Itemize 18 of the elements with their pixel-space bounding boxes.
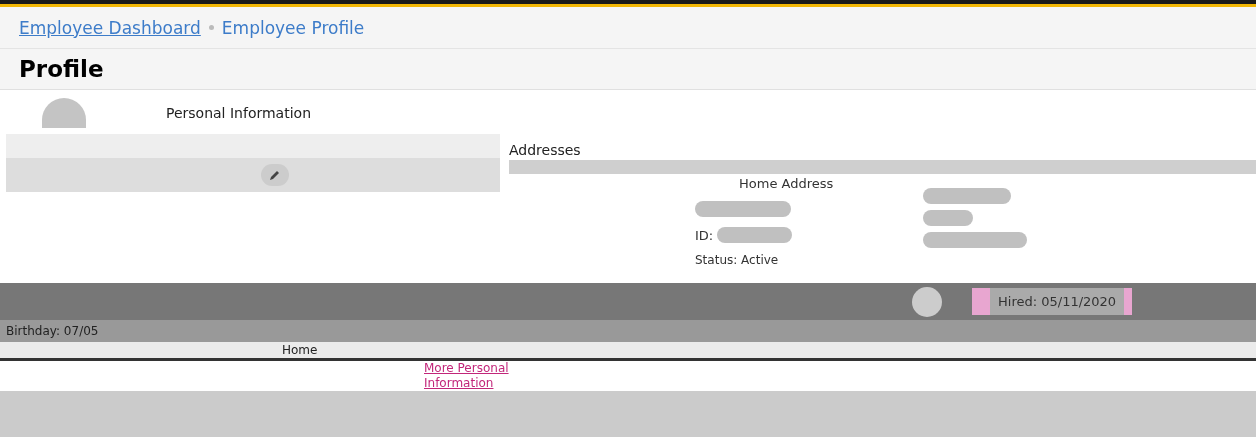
breadcrumb-link[interactable]: Employee Profile — [221, 17, 365, 38]
redaction-mark — [923, 210, 974, 226]
breadcrumb-link[interactable]: Employee Dashboard — [19, 17, 201, 38]
section-title: Personal Information — [166, 105, 311, 121]
separator-dot-icon — [208, 25, 214, 30]
avatar-icon — [42, 98, 86, 128]
hired-badge: Hired: 05/11/2020 — [972, 288, 1133, 315]
pencil-icon — [268, 168, 282, 182]
birthday-text: Birthday: 07/05 — [6, 324, 99, 338]
card-title: Home Address — [739, 176, 834, 191]
home-tab[interactable]: Home — [282, 343, 318, 357]
status-text: Status: Active — [695, 253, 780, 267]
page-title: Profile — [0, 49, 1256, 90]
circle-button[interactable] — [912, 286, 942, 317]
edit-button[interactable] — [261, 164, 289, 186]
more-information-link[interactable]: More Personal Information — [424, 361, 554, 391]
section-title: Addresses — [509, 142, 582, 158]
id-label: ID: — [695, 227, 714, 243]
